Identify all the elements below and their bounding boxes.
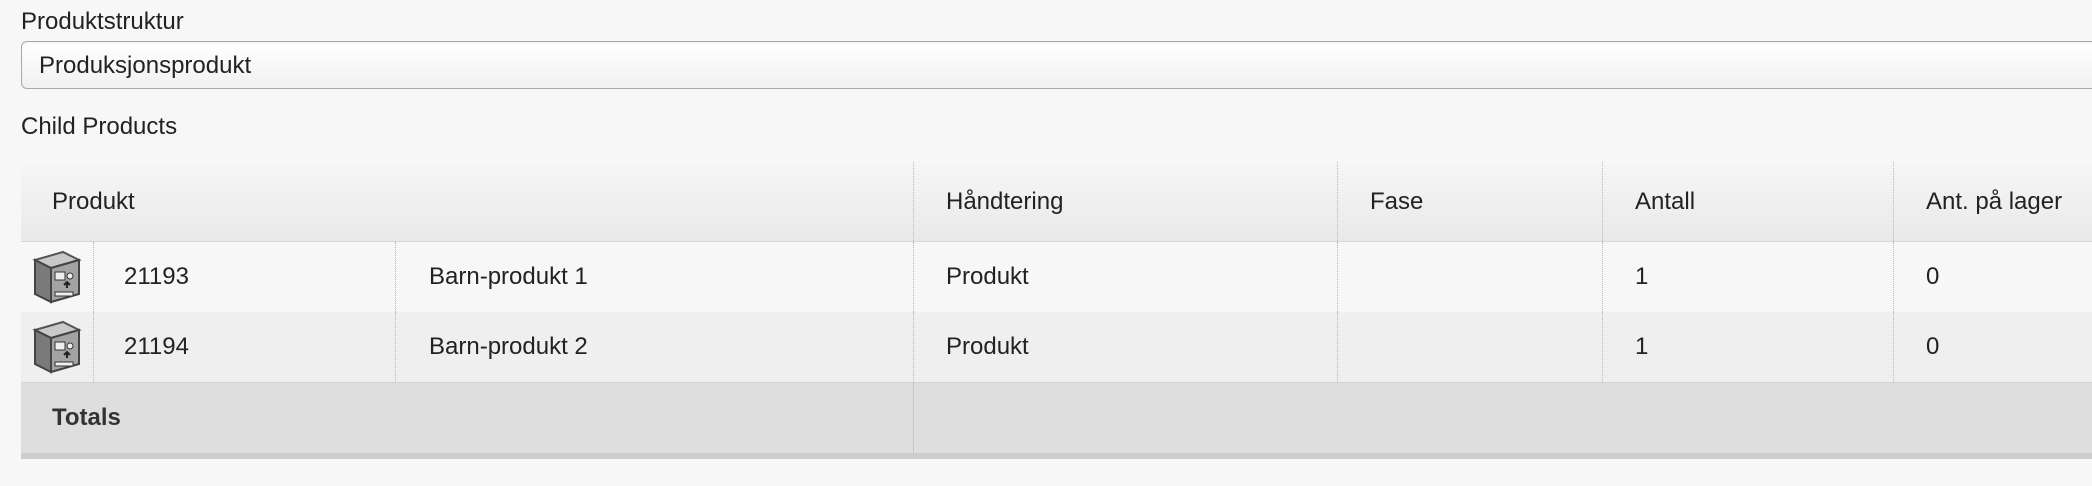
product-box-icon [27, 318, 85, 376]
product-code: 21194 [124, 333, 189, 360]
product-name: Barn-produkt 1 [429, 263, 588, 290]
column-header-product[interactable]: Produkt [52, 162, 135, 241]
column-divider [1602, 312, 1603, 382]
column-divider [1337, 242, 1338, 312]
child-products-title: Child Products [21, 113, 178, 140]
product-in-stock: 0 [1926, 263, 1940, 290]
product-in-stock: 0 [1926, 333, 1940, 360]
child-products-grid: Produkt Håndtering Fase Antall Ant. på l… [21, 162, 2092, 459]
table-row[interactable]: 21193 Barn-produkt 1 Produkt 1 0 [21, 242, 2092, 312]
table-row[interactable]: 21194 Barn-produkt 2 Produkt 1 0 [21, 312, 2092, 383]
totals-row: Totals [21, 383, 2092, 459]
column-divider[interactable] [1893, 162, 1894, 241]
column-header-in-stock[interactable]: Ant. på lager [1926, 162, 2062, 241]
product-box-icon [27, 248, 85, 306]
column-divider [93, 242, 94, 312]
column-header-phase[interactable]: Fase [1370, 162, 1423, 241]
column-divider[interactable] [1337, 162, 1338, 241]
column-divider [93, 312, 94, 382]
column-divider [1337, 312, 1338, 382]
product-structure-value: Produksjonsprodukt [39, 52, 252, 79]
product-handling: Produkt [946, 333, 1029, 360]
column-divider[interactable] [1602, 162, 1603, 241]
totals-label: Totals [52, 404, 121, 431]
product-structure-select[interactable]: Produksjonsprodukt [21, 41, 2092, 89]
column-divider [913, 383, 914, 453]
grid-header: Produkt Håndtering Fase Antall Ant. på l… [21, 162, 2092, 242]
column-divider[interactable] [913, 162, 914, 241]
product-handling: Produkt [946, 263, 1029, 290]
column-divider [913, 312, 914, 382]
product-code: 21193 [124, 263, 189, 290]
column-header-quantity[interactable]: Antall [1635, 162, 1695, 241]
column-divider [1893, 242, 1894, 312]
product-structure-label: Produktstruktur [21, 8, 184, 35]
product-structure-panel: Produktstruktur Produksjonsprodukt Child… [0, 0, 2092, 486]
product-quantity: 1 [1635, 333, 1649, 360]
column-divider [913, 242, 914, 312]
column-divider [1893, 312, 1894, 382]
column-divider [1602, 242, 1603, 312]
column-divider [395, 242, 396, 312]
column-header-handling[interactable]: Håndtering [946, 162, 1063, 241]
product-quantity: 1 [1635, 263, 1649, 290]
product-name: Barn-produkt 2 [429, 333, 588, 360]
column-divider [395, 312, 396, 382]
